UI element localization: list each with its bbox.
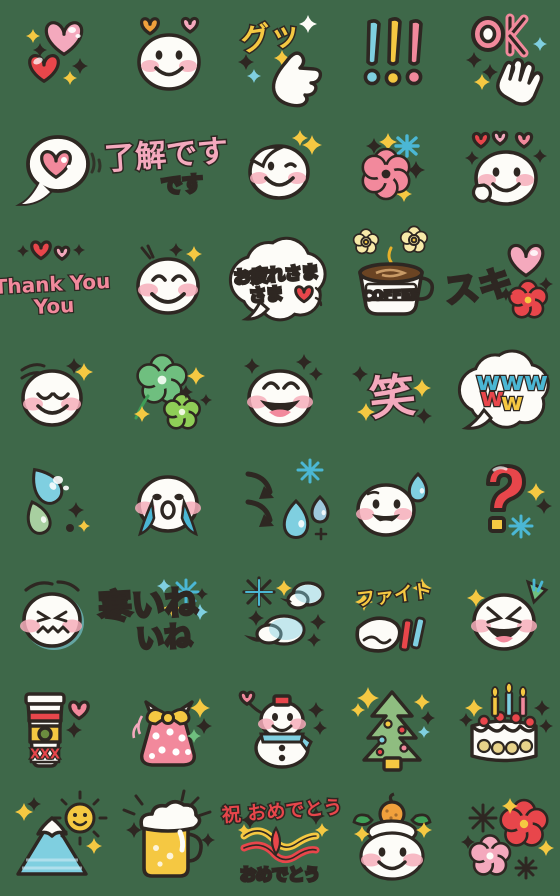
winking-face-star-icon xyxy=(224,112,336,224)
sticker-heart-speech-bubble[interactable] xyxy=(0,112,112,224)
sticker-coffee-cup[interactable]: COFFEE xyxy=(336,224,448,336)
heart-speech-bubble-icon xyxy=(0,112,112,224)
coffee-cup-icon xyxy=(336,224,448,336)
gutsu-thumbs-up-icon xyxy=(224,0,336,112)
beer-mug-icon xyxy=(112,784,224,896)
sticker-beer-mug[interactable] xyxy=(112,784,224,896)
sticker-warai-laugh-kanji[interactable]: 笑 xyxy=(336,336,448,448)
green-clovers-icon xyxy=(112,336,224,448)
sticker-omedetou-celebration[interactable]: 祝 おめでとう おめでとう xyxy=(220,784,345,896)
sticker-ryoukai-desu[interactable]: 了解です です xyxy=(102,112,231,224)
excited-laughing-face-icon xyxy=(448,560,560,672)
question-mark-icon xyxy=(448,448,560,560)
sticker-mount-fuji-sunrise[interactable] xyxy=(0,784,112,896)
pink-flower-sparkle-icon xyxy=(336,112,448,224)
sticker-winking-face-star[interactable] xyxy=(224,112,336,224)
sticker-pink-flower-sparkle[interactable] xyxy=(336,112,448,224)
water-drops-icon xyxy=(0,448,112,560)
sticker-plum-blossoms[interactable] xyxy=(448,784,560,896)
gift-bag-icon xyxy=(112,672,224,784)
happy-closed-eyes-face-icon xyxy=(112,224,224,336)
sticker-question-mark[interactable] xyxy=(448,448,560,560)
sticker-happy-closed-eyes-face[interactable] xyxy=(112,224,224,336)
sticker-ok-hand[interactable] xyxy=(448,0,560,112)
sticker-face-with-hearts[interactable] xyxy=(448,112,560,224)
sticker-water-drops[interactable] xyxy=(0,448,112,560)
sticker-snowman[interactable] xyxy=(224,672,336,784)
otsukaresama-bubble-icon xyxy=(224,224,336,336)
sticker-shivering-cold-face[interactable] xyxy=(0,560,112,672)
sticker-takeaway-coffee-cup[interactable]: XXX xyxy=(0,672,112,784)
three-exclamation-marks-icon xyxy=(336,0,448,112)
big-laughing-face-icon xyxy=(224,336,336,448)
snowman-icon xyxy=(224,672,336,784)
sticker-smiley-with-hearts-ears[interactable] xyxy=(112,0,224,112)
sticker-big-laughing-face[interactable] xyxy=(224,336,336,448)
sticker-kagami-mochi-face[interactable] xyxy=(336,784,448,896)
ok-hand-icon xyxy=(448,0,560,112)
sticker-three-exclamation-marks[interactable] xyxy=(336,0,448,112)
shivering-cold-face-icon xyxy=(0,560,112,672)
sticker-birthday-cake[interactable] xyxy=(448,672,560,784)
takeaway-coffee-cup-icon xyxy=(0,672,112,784)
emoji-sticker-grid: グッ 了解です です Thank You You お疲れさま さま COFFEE スキ笑 w… xyxy=(0,0,560,896)
sticker-fight-fist[interactable]: ファイト xyxy=(336,560,448,672)
thank-you-icon xyxy=(0,224,112,336)
face-with-hearts-icon xyxy=(448,112,560,224)
sticker-sweating-smile-face[interactable] xyxy=(336,448,448,560)
sticker-excited-laughing-face[interactable] xyxy=(448,560,560,672)
omedetou-celebration-icon xyxy=(224,784,336,896)
sticker-gutsu-thumbs-up[interactable]: グッ xyxy=(224,0,336,112)
sticker-christmas-tree[interactable] xyxy=(336,672,448,784)
mount-fuji-sunrise-icon xyxy=(0,784,112,896)
suki-love-icon xyxy=(448,224,560,336)
content-face-icon xyxy=(0,336,112,448)
cold-breath-clouds-icon xyxy=(224,560,336,672)
samui-ne-icon xyxy=(112,560,224,672)
christmas-tree-icon xyxy=(336,672,448,784)
sticker-green-clovers[interactable] xyxy=(112,336,224,448)
kagami-mochi-face-icon xyxy=(336,784,448,896)
plum-blossoms-icon xyxy=(448,784,560,896)
sticker-content-face[interactable] xyxy=(0,336,112,448)
fight-fist-icon xyxy=(336,560,448,672)
sticker-www-bubble[interactable]: www w w xyxy=(448,336,560,448)
sticker-samui-ne[interactable]: 寒いね いね xyxy=(96,560,224,672)
sweating-smile-face-icon xyxy=(336,448,448,560)
www-bubble-icon xyxy=(448,336,560,448)
crying-face-icon xyxy=(112,448,224,560)
sticker-two-hearts[interactable] xyxy=(0,0,112,112)
sticker-otsukaresama-bubble[interactable]: お疲れさま さま xyxy=(224,224,336,336)
two-hearts-icon xyxy=(0,0,112,112)
ryoukai-desu-icon xyxy=(112,112,224,224)
sticker-gift-bag[interactable] xyxy=(112,672,224,784)
sticker-thank-you[interactable]: Thank You You xyxy=(0,224,112,336)
warai-laugh-kanji-icon xyxy=(336,336,448,448)
arrows-with-drops-icon xyxy=(224,448,336,560)
sticker-cold-breath-clouds[interactable] xyxy=(224,560,336,672)
sticker-suki-love[interactable]: スキ xyxy=(441,224,560,336)
birthday-cake-icon xyxy=(448,672,560,784)
sticker-crying-face[interactable] xyxy=(112,448,224,560)
sticker-arrows-with-drops[interactable] xyxy=(224,448,336,560)
smiley-with-hearts-ears-icon xyxy=(112,0,224,112)
